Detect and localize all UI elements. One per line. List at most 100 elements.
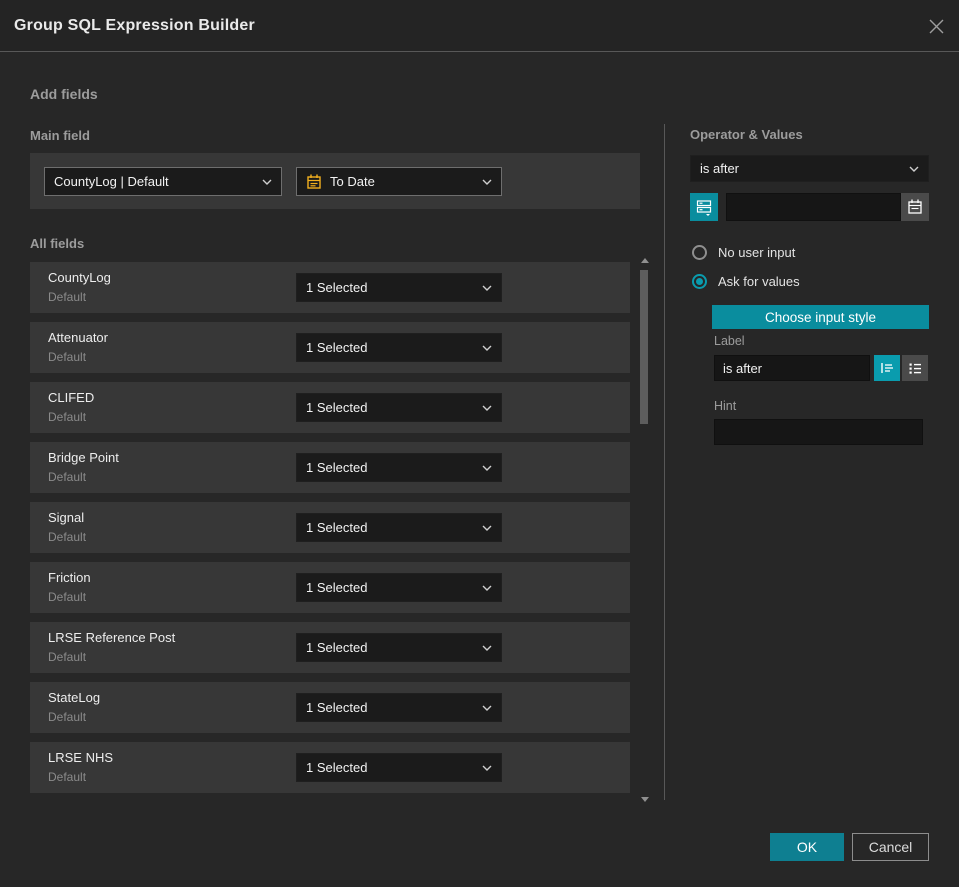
align-left-button[interactable]	[874, 355, 900, 381]
field-subtitle: Default	[48, 770, 87, 784]
calendar-icon	[908, 199, 922, 214]
main-field-select-value: CountyLog | Default	[54, 174, 169, 189]
radio-circle-selected	[692, 274, 707, 289]
field-subtitle: Default	[48, 290, 87, 304]
list-scrollbar[interactable]	[638, 256, 652, 804]
field-selection-select[interactable]: 1 Selected	[296, 753, 502, 782]
field-selection-value: 1 Selected	[306, 400, 368, 415]
chevron-down-icon	[482, 765, 492, 771]
cancel-button[interactable]: Cancel	[852, 833, 929, 861]
field-row: Bridge Point Default 1 Selected	[30, 442, 630, 493]
field-name: Bridge Point	[48, 450, 119, 465]
ok-button[interactable]: OK	[770, 833, 844, 861]
field-name: CLIFED	[48, 390, 95, 405]
chevron-down-icon	[482, 465, 492, 471]
scroll-down-icon[interactable]	[641, 797, 649, 802]
field-selection-value: 1 Selected	[306, 460, 368, 475]
operator-values-heading: Operator & Values	[690, 127, 803, 142]
field-name: CountyLog	[48, 270, 111, 285]
hint-input[interactable]	[714, 419, 923, 445]
field-subtitle: Default	[48, 710, 87, 724]
radio-no-user-input[interactable]: No user input	[692, 245, 795, 260]
field-name: Attenuator	[48, 330, 108, 345]
field-row: StateLog Default 1 Selected	[30, 682, 630, 733]
group-sql-expression-builder-dialog: Group SQL Expression Builder Add fields …	[0, 0, 959, 887]
dialog-title: Group SQL Expression Builder	[14, 17, 255, 34]
chevron-down-icon	[482, 179, 492, 185]
chevron-down-icon	[482, 705, 492, 711]
stack-values-icon	[696, 200, 712, 216]
field-selection-select[interactable]: 1 Selected	[296, 273, 502, 302]
field-row: Attenuator Default 1 Selected	[30, 322, 630, 373]
radio-label: Ask for values	[718, 274, 800, 289]
choose-input-style-button[interactable]: Choose input style	[712, 305, 929, 329]
field-subtitle: Default	[48, 350, 87, 364]
field-selection-select[interactable]: 1 Selected	[296, 393, 502, 422]
close-button[interactable]	[926, 16, 946, 36]
field-row: Signal Default 1 Selected	[30, 502, 630, 553]
value-input[interactable]	[726, 193, 901, 221]
field-subtitle: Default	[48, 470, 87, 484]
field-name: Signal	[48, 510, 85, 525]
field-selection-value: 1 Selected	[306, 340, 368, 355]
field-selection-select[interactable]: 1 Selected	[296, 513, 502, 542]
field-subtitle: Default	[48, 410, 87, 424]
chevron-down-icon	[482, 405, 492, 411]
operator-values-panel: Operator & Values is after No user input…	[690, 120, 930, 820]
calendar-icon	[306, 174, 322, 190]
operator-select[interactable]: is after	[690, 155, 929, 182]
field-selection-select[interactable]: 1 Selected	[296, 453, 502, 482]
radio-label: No user input	[718, 245, 796, 260]
main-field-label: Main field	[30, 128, 90, 143]
field-selection-value: 1 Selected	[306, 280, 368, 295]
all-fields-label: All fields	[30, 236, 85, 251]
field-row: CountyLog Default 1 Selected	[30, 262, 630, 313]
date-type-select[interactable]: To Date	[296, 167, 502, 196]
field-row: CLIFED Default 1 Selected	[30, 382, 630, 433]
field-subtitle: Default	[48, 590, 87, 604]
date-type-select-value: To Date	[330, 174, 375, 189]
label-input[interactable]	[714, 355, 870, 381]
operator-select-value: is after	[700, 161, 740, 176]
panel-divider	[664, 124, 665, 800]
value-type-button[interactable]	[690, 193, 718, 221]
field-list: CountyLog Default 1 Selected Attenuator …	[30, 262, 630, 802]
field-name: LRSE NHS	[48, 750, 114, 765]
field-name: Friction	[48, 570, 91, 585]
chevron-down-icon	[482, 345, 492, 351]
field-selection-select[interactable]: 1 Selected	[296, 633, 502, 662]
field-selection-value: 1 Selected	[306, 700, 368, 715]
field-subtitle: Default	[48, 530, 87, 544]
add-fields-heading: Add fields	[30, 86, 98, 102]
field-name: StateLog	[48, 690, 101, 705]
field-row: LRSE NHS Default 1 Selected	[30, 742, 630, 793]
calendar-button[interactable]	[901, 193, 929, 221]
field-selection-select[interactable]: 1 Selected	[296, 693, 502, 722]
chevron-down-icon	[262, 179, 272, 185]
list-icon	[909, 363, 921, 374]
scroll-up-icon[interactable]	[641, 258, 649, 263]
field-selection-value: 1 Selected	[306, 760, 368, 775]
field-selection-select[interactable]: 1 Selected	[296, 573, 502, 602]
field-row: LRSE Reference Post Default 1 Selected	[30, 622, 630, 673]
label-field-label: Label	[714, 334, 745, 348]
scrollbar-thumb[interactable]	[640, 270, 648, 424]
chevron-down-icon	[482, 645, 492, 651]
radio-circle	[692, 245, 707, 260]
close-icon	[929, 19, 943, 33]
chevron-down-icon	[482, 285, 492, 291]
field-selection-value: 1 Selected	[306, 580, 368, 595]
radio-ask-for-values[interactable]: Ask for values	[692, 274, 800, 289]
chevron-down-icon	[482, 525, 492, 531]
field-row: Friction Default 1 Selected	[30, 562, 630, 613]
titlebar: Group SQL Expression Builder	[0, 0, 959, 52]
hint-field-label: Hint	[714, 399, 737, 413]
field-selection-value: 1 Selected	[306, 640, 368, 655]
main-field-panel: CountyLog | Default To Date	[30, 153, 640, 209]
main-field-select[interactable]: CountyLog | Default	[44, 167, 282, 196]
field-name: LRSE Reference Post	[48, 630, 176, 645]
field-selection-select[interactable]: 1 Selected	[296, 333, 502, 362]
list-style-button[interactable]	[902, 355, 928, 381]
align-left-icon	[881, 363, 893, 373]
field-subtitle: Default	[48, 650, 87, 664]
